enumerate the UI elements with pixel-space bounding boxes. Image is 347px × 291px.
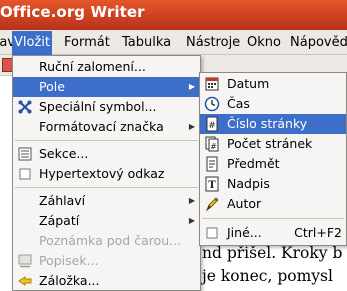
submenu-item-author[interactable]: Autor bbox=[200, 194, 346, 214]
page-count-icon: # bbox=[204, 136, 220, 152]
submenu-item-label: Jiné... bbox=[227, 225, 262, 240]
insert-menu: Ruční zalomení... Pole ▶ Speciální symbo… bbox=[12, 55, 201, 291]
menu-item-header[interactable]: Záhlaví ▶ bbox=[13, 191, 200, 211]
submenu-item-date[interactable]: Datum bbox=[200, 74, 346, 94]
submenu-item-label: Nadpis bbox=[227, 176, 270, 191]
title-icon: T bbox=[204, 176, 220, 192]
menu-item-bookmark[interactable]: Záložka... bbox=[13, 271, 200, 291]
menu-table[interactable]: Tabulka bbox=[122, 34, 171, 51]
author-icon bbox=[204, 196, 220, 212]
menu-separator bbox=[15, 187, 198, 188]
checkbox-icon bbox=[204, 225, 220, 241]
submenu-arrow-icon: ▶ bbox=[188, 122, 195, 131]
menu-item-caption: Popisek... bbox=[13, 251, 200, 271]
submenu-item-time[interactable]: Čas bbox=[200, 94, 346, 114]
submenu-arrow-icon: ▶ bbox=[188, 216, 195, 225]
submenu-item-label: Počet stránek bbox=[227, 136, 313, 151]
menu-item-label: Hypertextový odkaz bbox=[39, 166, 165, 181]
submenu-arrow-icon: ▶ bbox=[188, 82, 195, 91]
shortcut-label: Ctrl+F2 bbox=[294, 225, 342, 240]
menu-item-section[interactable]: Sekce... bbox=[13, 144, 200, 164]
submenu-item-page-count[interactable]: # Počet stránek bbox=[200, 134, 346, 154]
page-number-icon: # bbox=[204, 116, 220, 132]
menu-item-formatting-mark[interactable]: Formátovací značka ▶ bbox=[13, 117, 200, 137]
menu-item-label: Formátovací značka bbox=[39, 119, 164, 134]
menu-format[interactable]: Formát bbox=[64, 34, 110, 51]
menu-item-label: Speciální symbol... bbox=[39, 99, 157, 114]
menu-item-footer[interactable]: Zápatí ▶ bbox=[13, 211, 200, 231]
submenu-item-label: Předmět bbox=[227, 156, 280, 171]
menu-item-label: Popisek... bbox=[39, 253, 99, 268]
menu-item-manual-break[interactable]: Ruční zalomení... bbox=[13, 57, 200, 77]
menu-item-fields[interactable]: Pole ▶ bbox=[13, 77, 200, 97]
menu-item-label: Ruční zalomení... bbox=[39, 59, 146, 74]
clock-icon bbox=[204, 96, 220, 112]
bookmark-icon bbox=[17, 273, 33, 289]
menu-item-label: Záhlaví bbox=[39, 193, 86, 208]
submenu-item-label: Datum bbox=[227, 76, 270, 91]
submenu-item-label: Čas bbox=[227, 96, 250, 111]
svg-text:#: # bbox=[208, 121, 216, 131]
menu-help[interactable]: Nápověd bbox=[290, 34, 347, 51]
menu-item-label: Záložka... bbox=[39, 273, 100, 288]
submenu-item-page-number[interactable]: # Číslo stránky bbox=[200, 114, 346, 134]
section-icon bbox=[17, 146, 33, 162]
menu-item-special-character[interactable]: Speciální symbol... bbox=[13, 97, 200, 117]
menu-item-label: Zápatí bbox=[39, 213, 80, 228]
submenu-item-label: Číslo stránky bbox=[227, 116, 308, 131]
subject-icon bbox=[204, 156, 220, 172]
menu-item-label: Sekce... bbox=[39, 146, 89, 161]
caption-icon bbox=[17, 253, 33, 269]
submenu-item-other[interactable]: Jiné... Ctrl+F2 bbox=[200, 223, 346, 243]
menu-insert[interactable]: Vložit bbox=[12, 31, 52, 55]
svg-text:T: T bbox=[208, 180, 216, 191]
doc-text-line: nd přišel. Kroky b bbox=[202, 244, 343, 262]
menu-separator bbox=[202, 218, 344, 219]
window-title: Office.org Writer bbox=[0, 3, 145, 21]
menu-item-hyperlink[interactable]: Hypertextový odkaz bbox=[13, 164, 200, 184]
menu-item-label: Poznámka pod čarou... bbox=[39, 233, 182, 248]
menu-bar: ravy Vložit Formát Tabulka Nástroje Okno… bbox=[0, 30, 347, 55]
menu-tools[interactable]: Nástroje bbox=[186, 34, 240, 51]
submenu-item-label: Autor bbox=[227, 196, 262, 211]
doc-text-line: je konec, pomysl bbox=[202, 267, 333, 285]
special-character-icon bbox=[17, 99, 33, 115]
date-icon bbox=[204, 76, 220, 92]
menu-item-footnote: Poznámka pod čarou... bbox=[13, 231, 200, 251]
menu-item-label: Pole bbox=[39, 79, 65, 94]
submenu-item-title[interactable]: T Nadpis bbox=[200, 174, 346, 194]
menu-window[interactable]: Okno bbox=[247, 34, 281, 51]
checkbox-icon bbox=[17, 166, 33, 182]
submenu-item-subject[interactable]: Předmět bbox=[200, 154, 346, 174]
svg-text:#: # bbox=[210, 142, 217, 151]
menu-separator bbox=[15, 140, 198, 141]
title-bar: Office.org Writer bbox=[0, 0, 347, 30]
submenu-arrow-icon: ▶ bbox=[188, 196, 195, 205]
fields-submenu: Datum Čas # Číslo stránky # Počet stráne… bbox=[199, 72, 347, 246]
